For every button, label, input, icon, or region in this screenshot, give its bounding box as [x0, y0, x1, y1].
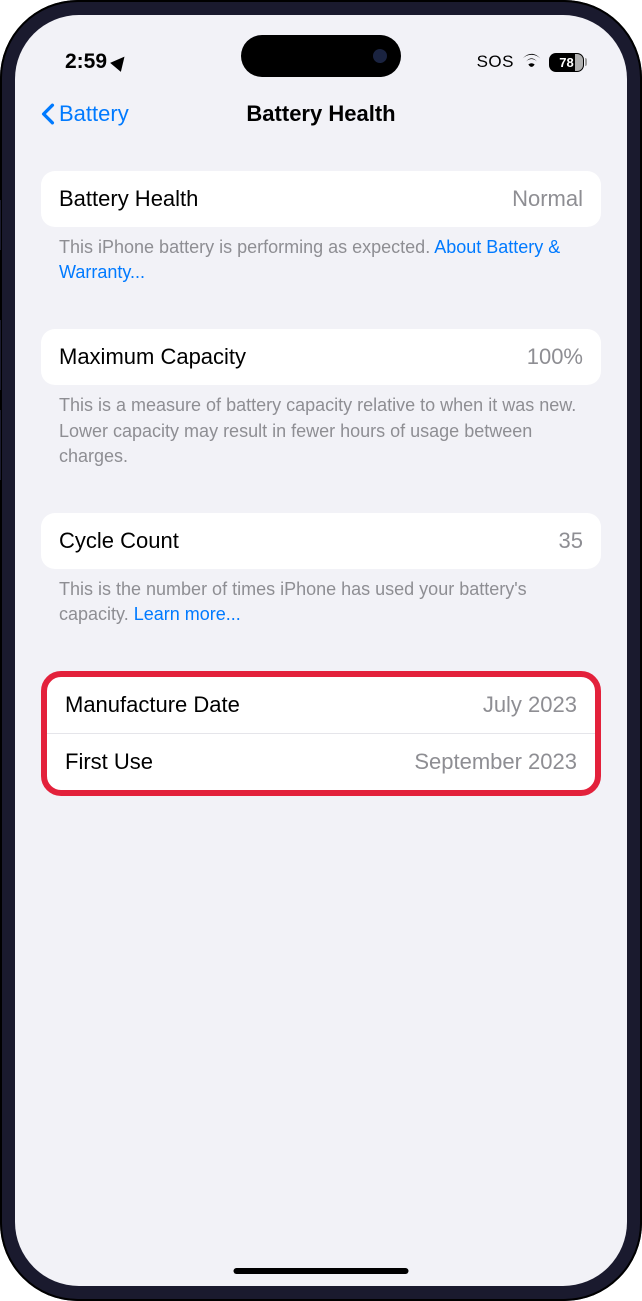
- battery-indicator: 78: [549, 53, 587, 72]
- cycle-count-footer: This is the number of times iPhone has u…: [41, 569, 601, 627]
- battery-health-footer: This iPhone battery is performing as exp…: [41, 227, 601, 285]
- nav-bar: Battery Battery Health: [15, 85, 627, 141]
- max-capacity-value: 100%: [527, 344, 583, 370]
- manufacture-date-row[interactable]: Manufacture Date July 2023: [47, 677, 595, 733]
- battery-health-value: Normal: [512, 186, 583, 212]
- page-title: Battery Health: [246, 101, 395, 127]
- cycle-count-label: Cycle Count: [59, 528, 179, 554]
- wifi-icon: [521, 52, 542, 73]
- cycle-learn-more-link[interactable]: Learn more...: [134, 604, 241, 624]
- first-use-row[interactable]: First Use September 2023: [47, 733, 595, 790]
- status-left: 2:59: [65, 50, 127, 74]
- content: Battery Health Normal This iPhone batter…: [15, 141, 627, 796]
- sos-indicator: SOS: [477, 52, 514, 72]
- phone-frame: 2:59 SOS 78 Battery Battery Health: [0, 0, 642, 1301]
- manufacture-date-label: Manufacture Date: [65, 692, 240, 718]
- status-right: SOS 78: [477, 52, 587, 73]
- location-icon: [110, 52, 130, 72]
- battery-health-footer-text: This iPhone battery is performing as exp…: [59, 237, 434, 257]
- chevron-left-icon: [41, 103, 55, 125]
- max-capacity-group: Maximum Capacity 100%: [41, 329, 601, 385]
- home-indicator[interactable]: [234, 1268, 409, 1274]
- battery-health-group: Battery Health Normal: [41, 171, 601, 227]
- screen: 2:59 SOS 78 Battery Battery Health: [15, 15, 627, 1286]
- battery-health-label: Battery Health: [59, 186, 198, 212]
- max-capacity-row[interactable]: Maximum Capacity 100%: [41, 329, 601, 385]
- first-use-value: September 2023: [414, 749, 577, 775]
- first-use-label: First Use: [65, 749, 153, 775]
- cycle-count-footer-text: This is the number of times iPhone has u…: [59, 579, 527, 624]
- cycle-count-group: Cycle Count 35: [41, 513, 601, 569]
- manufacture-date-value: July 2023: [483, 692, 577, 718]
- battery-health-row[interactable]: Battery Health Normal: [41, 171, 601, 227]
- max-capacity-label: Maximum Capacity: [59, 344, 246, 370]
- volume-down-button: [0, 410, 1, 480]
- cycle-count-row[interactable]: Cycle Count 35: [41, 513, 601, 569]
- dates-group-highlighted: Manufacture Date July 2023 First Use Sep…: [41, 671, 601, 796]
- volume-up-button: [0, 320, 1, 390]
- back-label: Battery: [59, 101, 129, 127]
- dynamic-island: [241, 35, 401, 77]
- cycle-count-value: 35: [559, 528, 583, 554]
- max-capacity-footer: This is a measure of battery capacity re…: [41, 385, 601, 469]
- back-button[interactable]: Battery: [41, 101, 129, 127]
- battery-percent: 78: [559, 55, 573, 70]
- status-time: 2:59: [65, 50, 107, 74]
